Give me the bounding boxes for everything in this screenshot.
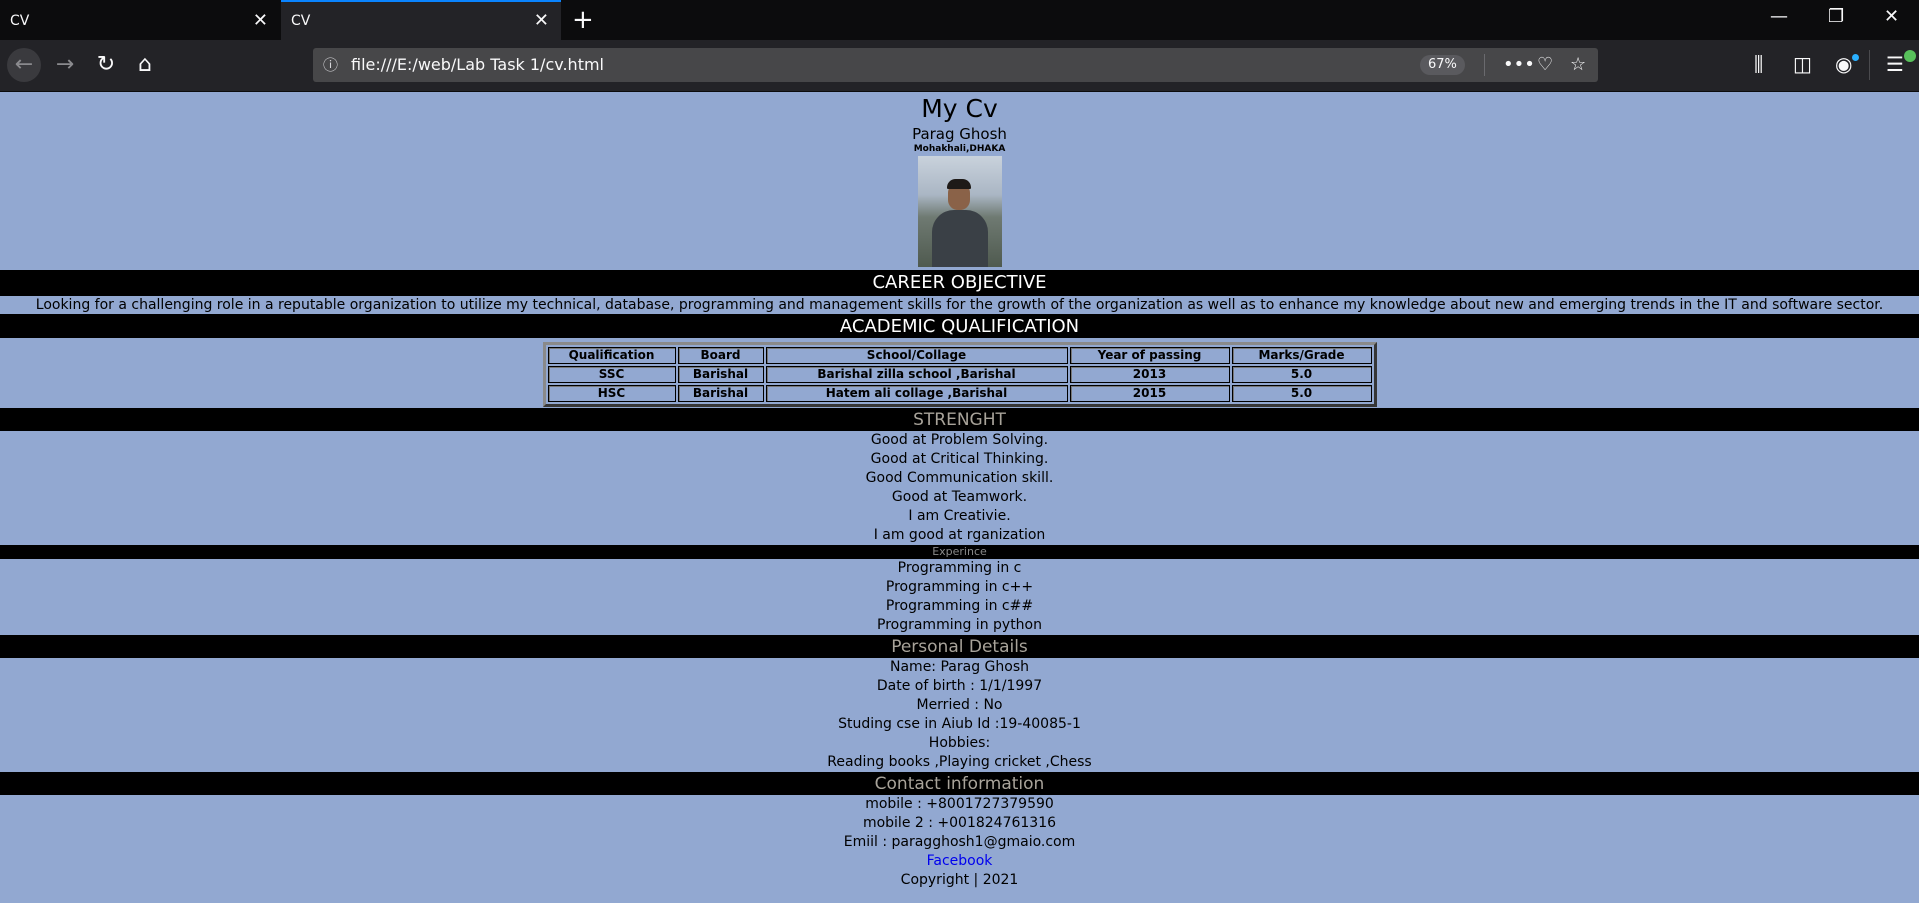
list-item: I am good at rganization — [873, 527, 1046, 543]
more-icon[interactable]: ••• — [1503, 48, 1535, 82]
list-item: mobile : +8001727379590 — [865, 796, 1054, 812]
strength-heading: STRENGHT — [0, 408, 1919, 431]
list-item: Name: Parag Ghosh — [890, 659, 1029, 675]
update-badge-icon — [1904, 50, 1916, 62]
person-name: Parag Ghosh — [912, 125, 1007, 143]
page-title: My Cv — [921, 94, 998, 123]
table-cell: HSC — [547, 385, 676, 402]
list-item: Date of birth : 1/1/1997 — [876, 678, 1043, 694]
table-header-cell: School/Collage — [765, 347, 1068, 364]
divider — [1869, 50, 1870, 80]
table-cell: SSC — [547, 366, 676, 383]
minimize-icon[interactable]: — — [1770, 6, 1788, 27]
table-cell: 2013 — [1069, 366, 1230, 383]
navigation-toolbar: ← → ↻ ⌂ ⓘ file:///E:/web/Lab Task 1/cv.h… — [0, 40, 1919, 92]
close-icon[interactable]: ✕ — [253, 0, 268, 42]
career-objective-heading: CAREER OBJECTIVE — [0, 270, 1919, 296]
library-icon[interactable]: ⫼ — [1754, 52, 1763, 76]
list-item: Reading books ,Playing cricket ,Chess — [827, 754, 1092, 770]
contact-heading: Contact information — [0, 772, 1919, 795]
academic-table: Qualification Board School/Collage Year … — [542, 342, 1377, 407]
table-cell: 2015 — [1069, 385, 1230, 402]
info-icon[interactable]: ⓘ — [323, 48, 338, 82]
table-header-cell: Marks/Grade — [1231, 347, 1372, 364]
facebook-link[interactable]: Facebook — [927, 853, 993, 869]
table-cell: Barishal — [677, 366, 764, 383]
list-item: Studing cse in Aiub Id :19-40085-1 — [838, 716, 1081, 732]
arrow-left-icon[interactable]: ← — [7, 48, 41, 82]
copyright-text: Copyright | 2021 — [900, 872, 1019, 888]
profile-photo — [917, 156, 1002, 267]
window-close-icon[interactable]: ✕ — [1884, 6, 1899, 27]
home-icon[interactable]: ⌂ — [128, 48, 162, 82]
list-item: Programming in c — [897, 560, 1022, 576]
table-cell: 5.0 — [1231, 385, 1372, 402]
list-item: Good at Problem Solving. — [870, 432, 1049, 448]
person-address: Mohakhali,DHAKA — [913, 144, 1006, 154]
reload-icon[interactable]: ↻ — [89, 48, 123, 82]
personal-details-heading: Personal Details — [0, 635, 1919, 658]
tab-title: CV — [291, 13, 311, 29]
table-cell: Hatem ali collage ,Barishal — [765, 385, 1068, 402]
table-cell: 5.0 — [1231, 366, 1372, 383]
new-tab-plus-icon[interactable]: + — [572, 6, 594, 34]
table-row: HSC Barishal Hatem ali collage ,Barishal… — [547, 385, 1372, 402]
list-item: Programming in c++ — [885, 579, 1034, 595]
list-item: Good at Teamwork. — [891, 489, 1028, 505]
table-header-cell: Board — [677, 347, 764, 364]
close-icon[interactable]: ✕ — [534, 2, 549, 40]
menu-icon[interactable]: ☰ — [1886, 52, 1904, 76]
list-item: Programming in python — [877, 617, 1042, 633]
divider — [1484, 54, 1485, 76]
table-cell: Barishal — [677, 385, 764, 402]
table-cell: Barishal zilla school ,Barishal — [765, 366, 1068, 383]
pocket-icon[interactable]: ♡ — [1537, 48, 1553, 82]
tab-title: CV — [10, 13, 30, 29]
tab-cv-1[interactable]: CV ✕ — [0, 0, 280, 40]
list-item: Emiil : paragghosh1@gmaio.com — [843, 834, 1076, 850]
list-item: Hobbies: — [928, 735, 991, 751]
zoom-level-badge[interactable]: 67% — [1420, 55, 1465, 75]
academic-heading: ACADEMIC QUALIFICATION — [0, 314, 1919, 338]
table-row: SSC Barishal Barishal zilla school ,Bari… — [547, 366, 1372, 383]
account-icon[interactable]: ◉ — [1835, 52, 1852, 76]
list-item: mobile 2 : +001824761316 — [862, 815, 1057, 831]
career-objective-text: Looking for a challenging role in a repu… — [35, 297, 1884, 313]
list-item: Programming in c## — [885, 598, 1034, 614]
list-item: Good Communication skill. — [865, 470, 1054, 486]
list-item: Merried : No — [916, 697, 1003, 713]
star-icon[interactable]: ☆ — [1570, 48, 1586, 82]
table-header-cell: Qualification — [547, 347, 676, 364]
url-text[interactable]: file:///E:/web/Lab Task 1/cv.html — [351, 48, 604, 82]
sidebar-icon[interactable]: ◫ — [1793, 52, 1812, 76]
cv-page: My Cv Parag Ghosh Mohakhali,DHAKA CAREER… — [0, 92, 1919, 903]
list-item: I am Creativie. — [908, 508, 1011, 524]
table-header-row: Qualification Board School/Collage Year … — [547, 347, 1372, 364]
sync-status-dot — [1852, 54, 1859, 61]
arrow-right-icon[interactable]: → — [48, 48, 82, 82]
restore-icon[interactable]: ❐ — [1828, 6, 1844, 27]
table-header-cell: Year of passing — [1069, 347, 1230, 364]
tab-cv-2[interactable]: CV ✕ — [281, 0, 561, 40]
address-bar[interactable]: ⓘ file:///E:/web/Lab Task 1/cv.html 67% … — [313, 48, 1598, 82]
tab-strip: CV ✕ CV ✕ + — ❐ ✕ — [0, 0, 1919, 40]
list-item: Good at Critical Thinking. — [870, 451, 1049, 467]
experience-heading: Experince — [0, 545, 1919, 559]
